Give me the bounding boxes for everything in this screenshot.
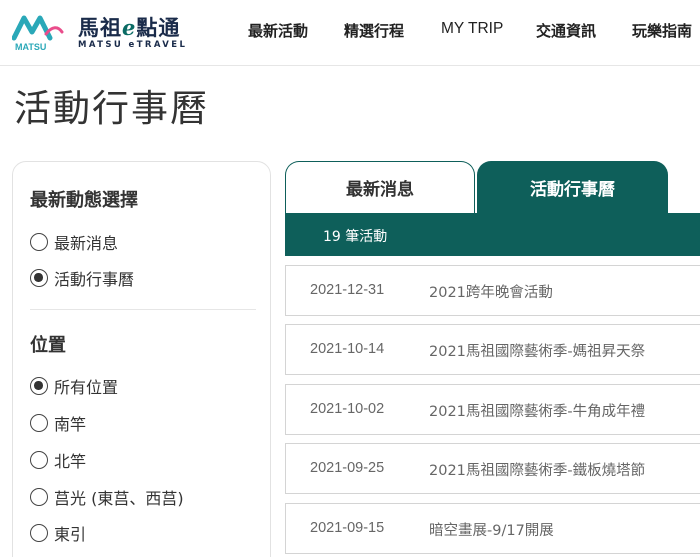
tab-event-calendar[interactable]: 活動行事曆	[477, 161, 668, 213]
event-date: 2021-09-25	[310, 460, 385, 476]
nav-item-play-guide[interactable]: 玩樂指南	[632, 20, 692, 41]
radio-unchecked-icon[interactable]	[30, 488, 48, 506]
radio-unchecked-icon[interactable]	[30, 451, 48, 469]
radio-label: 活動行事曆	[54, 270, 135, 289]
event-title[interactable]: 2021馬祖國際藝術季-鐵板燒塔節	[429, 459, 645, 480]
event-title[interactable]: 2021馬祖國際藝術季-牛角成年禮	[429, 400, 645, 421]
radio-checked-icon[interactable]	[30, 269, 48, 287]
event-date: 2021-10-14	[310, 341, 385, 357]
results-count-bar: 19 筆活動	[285, 213, 700, 256]
event-row[interactable]: 2021-12-31 2021跨年晚會活動	[285, 265, 700, 316]
tab-news[interactable]: 最新消息	[285, 161, 475, 213]
nav-item-my-trip[interactable]: MY TRIP	[441, 20, 503, 38]
radio-unchecked-icon[interactable]	[30, 233, 48, 251]
location-option-beigan[interactable]: 北竿	[30, 449, 86, 471]
location-option-all[interactable]: 所有位置	[30, 375, 118, 397]
event-date: 2021-12-31	[310, 282, 385, 298]
radio-checked-icon[interactable]	[30, 377, 48, 395]
radio-unchecked-icon[interactable]	[30, 524, 48, 542]
radio-label: 北竿	[54, 452, 87, 471]
location-option-dongyin[interactable]: 東引	[30, 522, 86, 544]
nav-item-latest-events[interactable]: 最新活動	[248, 20, 308, 41]
results-count: 19 筆活動	[323, 229, 388, 245]
category-heading: 最新動態選擇	[30, 190, 138, 211]
event-row[interactable]: 2021-10-02 2021馬祖國際藝術季-牛角成年禮	[285, 384, 700, 435]
main-nav: 最新活動 精選行程 MY TRIP 交通資訊 玩樂指南	[0, 20, 700, 42]
page-title: 活動行事曆	[14, 87, 209, 130]
location-option-nangan[interactable]: 南竿	[30, 412, 86, 434]
event-date: 2021-09-15	[310, 520, 385, 536]
radio-label: 最新消息	[54, 234, 119, 253]
location-option-juguang[interactable]: 莒光 (東莒、西莒)	[30, 486, 184, 508]
filter-sidebar: 最新動態選擇 最新消息 活動行事曆 位置 所有位置 南竿 北竿 莒光 (東莒、西…	[12, 161, 271, 557]
event-date: 2021-10-02	[310, 401, 385, 417]
event-row[interactable]: 2021-10-14 2021馬祖國際藝術季-媽祖昇天祭	[285, 324, 700, 375]
nav-item-transport-info[interactable]: 交通資訊	[536, 20, 596, 41]
event-title[interactable]: 暗空畫展-9/17開展	[429, 519, 554, 540]
radio-label: 東引	[54, 525, 87, 544]
radio-label: 所有位置	[54, 378, 119, 397]
category-option-calendar[interactable]: 活動行事曆	[30, 267, 134, 289]
event-row[interactable]: 2021-09-25 2021馬祖國際藝術季-鐵板燒塔節	[285, 443, 700, 494]
category-option-news[interactable]: 最新消息	[30, 231, 118, 253]
event-row[interactable]: 2021-09-15 暗空畫展-9/17開展	[285, 503, 700, 554]
location-heading: 位置	[30, 335, 66, 356]
site-header: MATSU 馬祖e點通 MATSU eTRAVEL 最新活動 精選行程 MY T…	[0, 0, 700, 66]
radio-label: 莒光 (東莒、西莒)	[54, 489, 184, 508]
radio-label: 南竿	[54, 415, 87, 434]
event-title[interactable]: 2021馬祖國際藝術季-媽祖昇天祭	[429, 340, 645, 361]
event-title[interactable]: 2021跨年晚會活動	[429, 281, 553, 302]
radio-unchecked-icon[interactable]	[30, 414, 48, 432]
logo-mark-text: MATSU	[15, 42, 46, 52]
sidebar-divider	[30, 309, 256, 310]
nav-item-featured-itineraries[interactable]: 精選行程	[344, 20, 404, 41]
